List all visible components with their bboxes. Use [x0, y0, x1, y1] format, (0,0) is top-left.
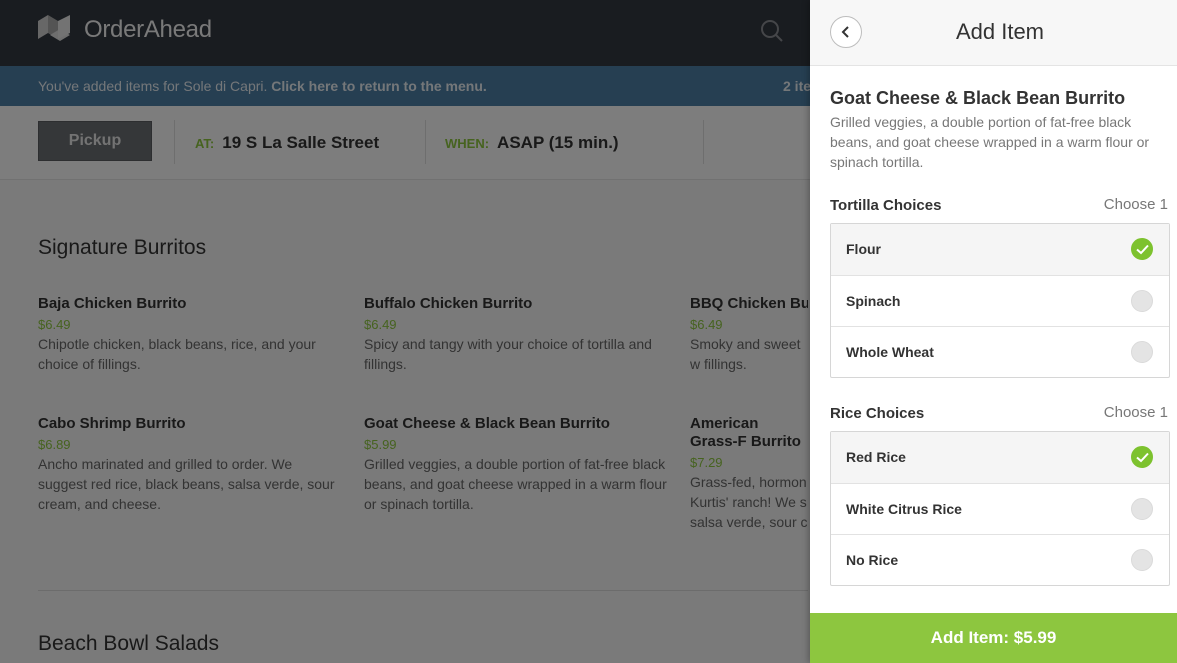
- tortilla-choices: Flour Spinach Whole Wheat: [830, 223, 1170, 378]
- choice-spinach[interactable]: Spinach: [831, 275, 1169, 326]
- item-description: Grilled veggies, a double portion of fat…: [830, 114, 1150, 170]
- add-item-button[interactable]: Add Item: $5.99: [810, 613, 1177, 663]
- add-item-panel: Add Item Goat Cheese & Black Bean Burrit…: [810, 0, 1177, 663]
- choice-flour[interactable]: Flour: [831, 224, 1169, 275]
- choice-label: Red Rice: [846, 449, 906, 465]
- rice-choices: Red Rice White Citrus Rice No Rice: [830, 431, 1170, 586]
- panel-title: Add Item: [955, 19, 1045, 44]
- check-icon[interactable]: [1131, 446, 1153, 468]
- choice-whole-wheat[interactable]: Whole Wheat: [831, 326, 1169, 377]
- radio-empty-icon[interactable]: [1131, 498, 1153, 520]
- radio-empty-icon[interactable]: [1131, 549, 1153, 571]
- choice-label: Spinach: [846, 293, 901, 309]
- choice-label: Whole Wheat: [846, 344, 934, 360]
- rice-group-label: Rice Choices: [830, 405, 925, 422]
- tortilla-group-label: Tortilla Choices: [830, 197, 942, 214]
- choice-no-rice[interactable]: No Rice: [831, 534, 1169, 585]
- panel-header: Add Item: [810, 0, 1177, 66]
- radio-empty-icon[interactable]: [1131, 341, 1153, 363]
- choice-red-rice[interactable]: Red Rice: [831, 432, 1169, 483]
- radio-empty-icon[interactable]: [1131, 290, 1153, 312]
- item-name: Goat Cheese & Black Bean Burrito: [830, 88, 1126, 108]
- choice-white-citrus-rice[interactable]: White Citrus Rice: [831, 483, 1169, 534]
- choice-label: White Citrus Rice: [846, 501, 962, 517]
- tortilla-choose-hint: Choose 1: [1103, 196, 1168, 213]
- choice-label: Flour: [846, 241, 881, 257]
- choice-label: No Rice: [846, 552, 899, 568]
- rice-choose-hint: Choose 1: [1103, 404, 1168, 421]
- check-icon[interactable]: [1131, 238, 1153, 260]
